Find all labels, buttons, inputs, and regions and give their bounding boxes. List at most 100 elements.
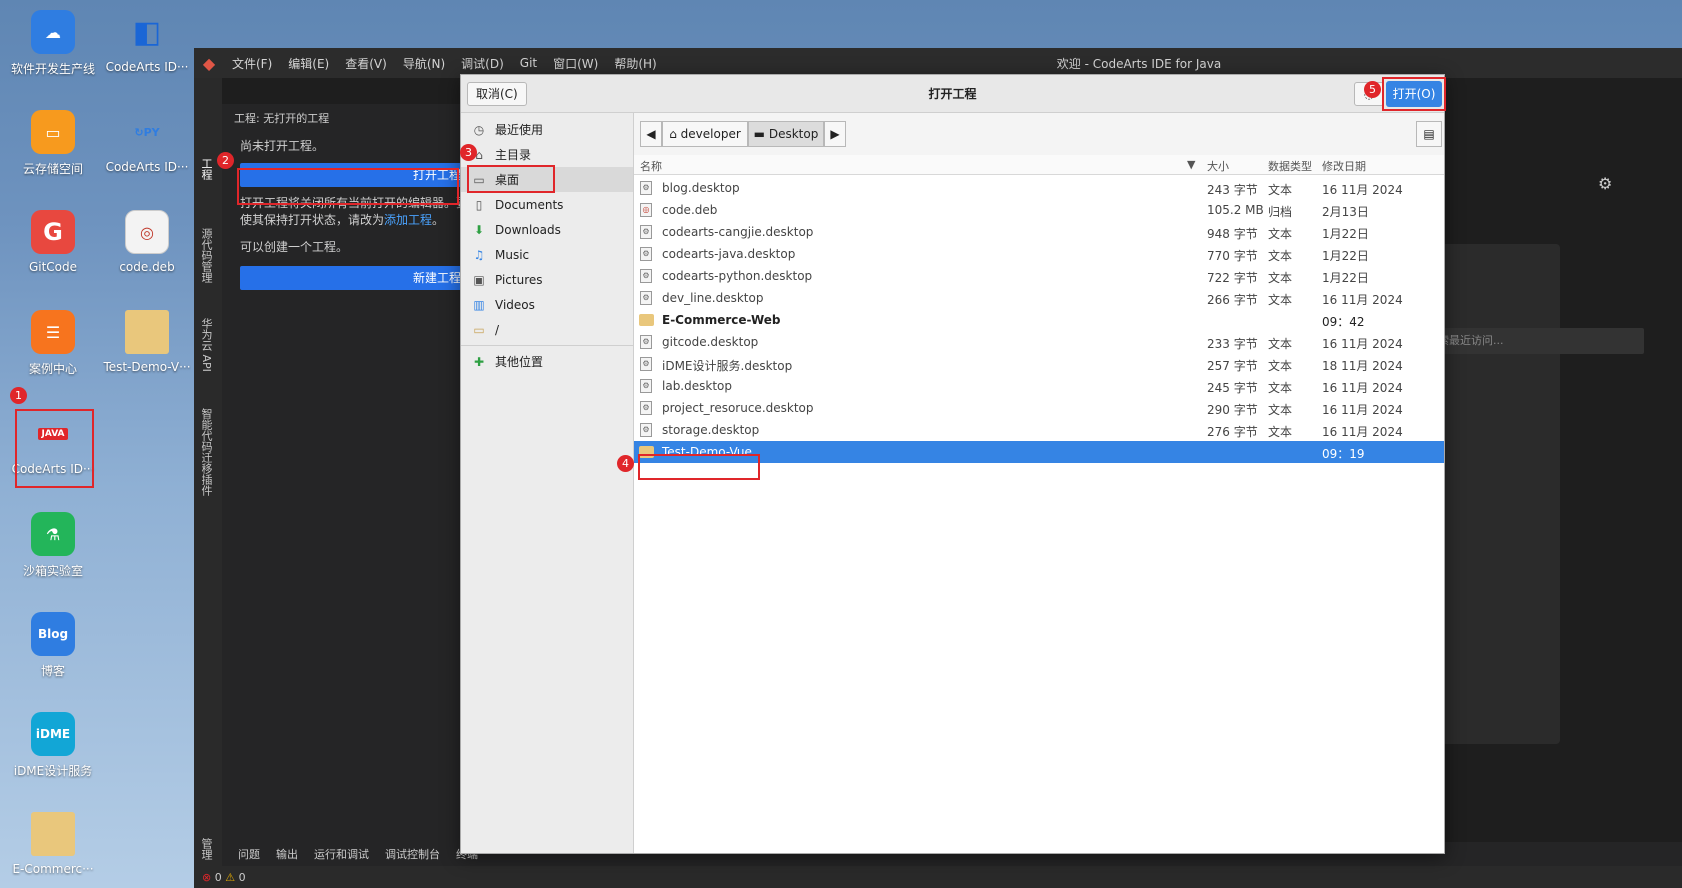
desktop-icon-idme[interactable]: iDME iDME设计服务 xyxy=(9,712,97,779)
step-2-badge: 2 xyxy=(217,152,234,169)
tab-manage[interactable]: 管理 xyxy=(198,838,214,860)
folder-icon: ▭ xyxy=(473,322,485,337)
blog-icon: Blog xyxy=(31,612,75,656)
desktop-icon-label: E-Commerc··· xyxy=(12,862,94,876)
cancel-button[interactable]: 取消(C) xyxy=(467,82,527,106)
place-downloads[interactable]: ⬇ Downloads xyxy=(461,217,633,242)
place-recent[interactable]: ◷ 最近使用 xyxy=(461,117,633,142)
activity-bar: 工程 源代码管理 华为云 API 智能代码迁移插件 管理 xyxy=(194,78,222,866)
recent-search-input[interactable]: 索最近访问... xyxy=(1424,328,1644,354)
desktop-icon-code-deb[interactable]: ◎ code.deb xyxy=(103,210,191,274)
column-name[interactable]: 名称 xyxy=(640,158,662,174)
error-count[interactable]: 0 xyxy=(215,871,222,884)
menu-file[interactable]: 文件(F) xyxy=(224,55,280,72)
place-music[interactable]: ♫ Music xyxy=(461,242,633,267)
desktop-icon-label: GitCode xyxy=(28,260,78,274)
desktop-icon-label: 云存储空间 xyxy=(22,162,83,176)
menu-view[interactable]: 查看(V) xyxy=(337,55,395,72)
picture-icon: ▣ xyxy=(473,272,485,287)
open-project-dialog: 打开工程 取消(C) ◌ 打开(O) ◷最近使用 ⌂主目录 ▭桌面 ▯Docum… xyxy=(460,74,1445,854)
document-icon: ▯ xyxy=(475,197,483,212)
tab-run-debug[interactable]: 运行和调试 xyxy=(314,846,369,862)
desktop-icon-ecommerce[interactable]: E-Commerc··· xyxy=(9,812,97,876)
file-row[interactable]: ⚙ dev_line.desktop 266 字节 文本 16 11月 2024 xyxy=(634,287,1444,309)
file-row[interactable]: ⚙ lab.desktop 245 字节 文本 16 11月 2024 xyxy=(634,375,1444,397)
file-row[interactable]: ⚙ blog.desktop 243 字节 文本 16 11月 2024 xyxy=(634,177,1444,199)
path-forward-button[interactable]: ▶ xyxy=(824,121,846,147)
folder-icon xyxy=(125,310,169,354)
desktop-icon-devline[interactable]: ☁ 软件开发生产线 xyxy=(9,10,97,77)
music-icon: ♫ xyxy=(473,247,485,262)
add-project-link[interactable]: 添加工程 xyxy=(384,213,432,227)
chevron-left-icon: ◀ xyxy=(646,127,656,141)
file-list: 名称 ▼ 大小 数据类型 修改日期 ⚙ blog.desktop 243 字节 文本 1… xyxy=(634,155,1444,853)
sort-arrow-icon: ▼ xyxy=(1187,158,1196,171)
path-back-button[interactable]: ◀ xyxy=(640,121,662,147)
folder-row[interactable]: E-Commerce-Web 09：42 xyxy=(634,309,1444,331)
desktop-icon-codearts-python[interactable]: ↻PY CodeArts ID··· xyxy=(103,110,191,175)
place-videos[interactable]: ▥ Videos xyxy=(461,292,633,317)
file-row[interactable]: ⚙ gitcode.desktop 233 字节 文本 16 11月 2024 xyxy=(634,331,1444,353)
folder-icon xyxy=(31,812,75,856)
codearts-python-icon: ↻PY xyxy=(134,125,160,139)
folder-icon xyxy=(639,314,654,326)
desktop-icon-test-demo-vue[interactable]: Test-Demo-V··· xyxy=(103,310,191,374)
menu-navigate[interactable]: 导航(N) xyxy=(395,55,453,72)
tab-source-control[interactable]: 源代码管理 xyxy=(198,228,214,283)
place-pictures[interactable]: ▣ Pictures xyxy=(461,267,633,292)
place-home[interactable]: ⌂ 主目录 xyxy=(461,142,633,167)
tab-output[interactable]: 输出 xyxy=(276,846,298,862)
desktop-icon-label: iDME设计服务 xyxy=(13,764,93,778)
tab-debug-console[interactable]: 调试控制台 xyxy=(385,846,440,862)
desktop-icon-sandbox[interactable]: ⚗ 沙箱实验室 xyxy=(9,512,97,579)
menu-help[interactable]: 帮助(H) xyxy=(606,55,664,72)
debian-package-icon: ◎ xyxy=(125,210,169,254)
desktop-icon-label: 案例中心 xyxy=(28,362,77,376)
desktop-icon-label: code.deb xyxy=(119,260,175,274)
clock-icon: ◷ xyxy=(473,122,485,137)
file-row[interactable]: ⚙ storage.desktop 276 字节 文本 16 11月 2024 xyxy=(634,419,1444,441)
file-row[interactable]: ⚙ iDME设计服务.desktop 257 字节 文本 18 11月 2024 xyxy=(634,353,1444,375)
file-row[interactable]: ⚙ codearts-cangjie.desktop 948 字节 文本 1月22日 xyxy=(634,221,1444,243)
file-icon: ⚙ xyxy=(640,335,652,349)
warning-count[interactable]: 0 xyxy=(239,871,246,884)
tab-problems[interactable]: 问题 xyxy=(238,846,260,862)
step-4-highlight xyxy=(638,454,760,480)
file-row[interactable]: ◎ code.deb 105.2 MB 归档 2月13日 xyxy=(634,199,1444,221)
tab-project[interactable]: 工程 xyxy=(198,158,214,180)
column-modified[interactable]: 修改日期 xyxy=(1322,158,1366,174)
place-root[interactable]: ▭ / xyxy=(461,317,633,342)
plus-icon: ✚ xyxy=(473,354,485,369)
gear-icon[interactable]: ⚙ xyxy=(1598,174,1612,193)
file-row[interactable]: ⚙ project_resoruce.desktop 290 字节 文本 16 11月 … xyxy=(634,397,1444,419)
step-3-badge: 3 xyxy=(460,144,477,161)
desktop-icon-codearts-cangjie[interactable]: ◧ CodeArts ID··· xyxy=(103,10,191,75)
desktop-icon-label: Test-Demo-V··· xyxy=(103,360,191,374)
column-size[interactable]: 大小 xyxy=(1207,158,1229,174)
video-icon: ▥ xyxy=(473,297,485,312)
file-row[interactable]: ⚙ codearts-python.desktop 722 字节 文本 1月22日 xyxy=(634,265,1444,287)
menu-git[interactable]: Git xyxy=(512,56,545,70)
cases-icon: ☰ xyxy=(31,310,75,354)
file-icon: ⚙ xyxy=(640,379,652,393)
menu-edit[interactable]: 编辑(E) xyxy=(280,55,337,72)
column-type[interactable]: 数据类型 xyxy=(1268,158,1312,174)
menu-debug[interactable]: 调试(D) xyxy=(453,55,512,72)
desktop-icon-blog[interactable]: Blog 博客 xyxy=(9,612,97,679)
desktop-icon-cases[interactable]: ☰ 案例中心 xyxy=(9,310,97,377)
desktop-icon-storage[interactable]: ▭ 云存储空间 xyxy=(9,110,97,177)
place-other-locations[interactable]: ✚ 其他位置 xyxy=(461,349,633,374)
step-5-highlight xyxy=(1382,77,1446,111)
place-documents[interactable]: ▯ Documents xyxy=(461,192,633,217)
path-segment-desktop[interactable]: ▬ Desktop xyxy=(748,121,824,147)
menu-window[interactable]: 窗口(W) xyxy=(545,55,606,72)
file-row[interactable]: ⚙ codearts-java.desktop 770 字节 文本 1月22日 xyxy=(634,243,1444,265)
status-bar: ⊗ 0 ⚠ 0 xyxy=(194,866,1682,888)
desktop-icon-label: CodeArts ID··· xyxy=(105,160,189,174)
path-segment-developer[interactable]: ⌂ developer xyxy=(662,121,748,147)
desktop-icon-gitcode[interactable]: G GitCode xyxy=(9,210,97,274)
new-folder-button[interactable]: ▤ xyxy=(1416,121,1442,147)
tab-code-migration[interactable]: 智能代码迁移插件 xyxy=(198,408,214,496)
new-folder-icon: ▤ xyxy=(1423,127,1435,141)
tab-huawei-cloud-api[interactable]: 华为云 API xyxy=(198,318,214,372)
